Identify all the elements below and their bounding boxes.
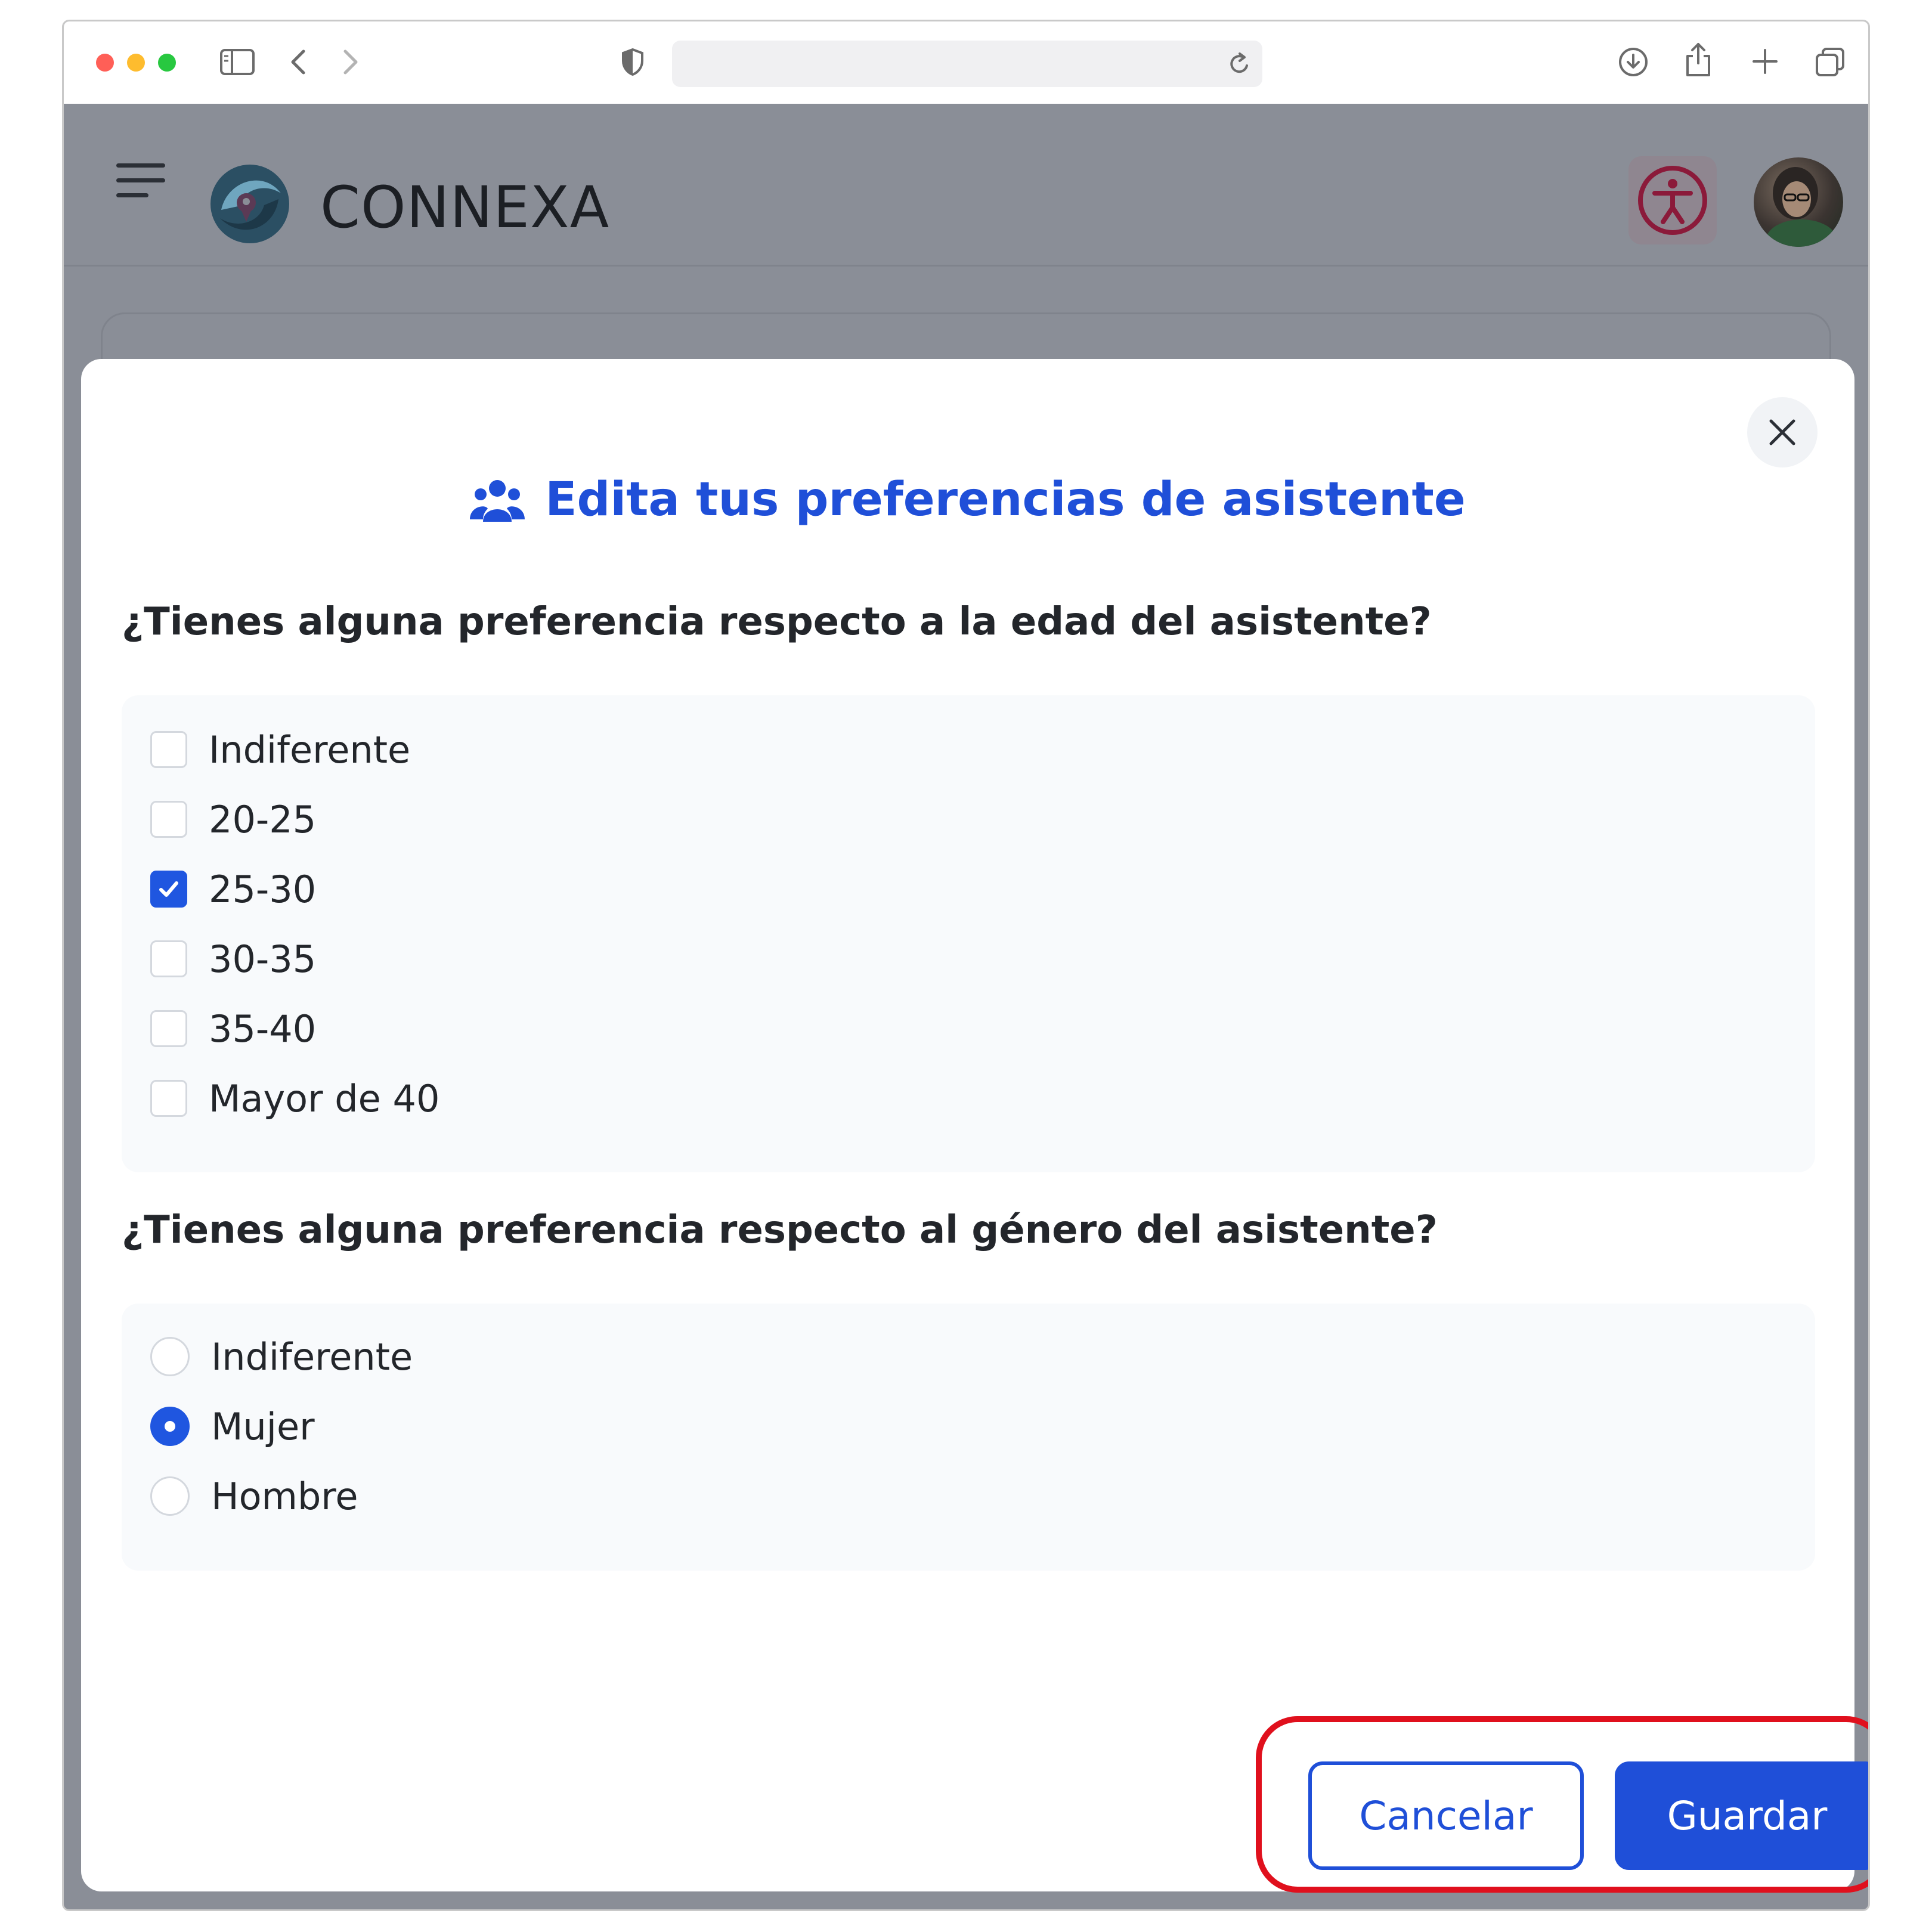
close-button[interactable]	[1747, 397, 1818, 467]
option-label: Mayor de 40	[209, 1076, 440, 1120]
browser-toolbar	[64, 21, 1868, 105]
checkbox[interactable]	[150, 1010, 187, 1047]
browser-window: CONNEXA Edita tus preferencias de asiste…	[62, 20, 1870, 1911]
gender-options: Indiferente Mujer Hombre	[122, 1304, 1815, 1571]
option-label: 20-25	[209, 797, 317, 841]
radio[interactable]	[150, 1476, 190, 1516]
shield-icon[interactable]	[621, 48, 645, 79]
gender-option-mujer[interactable]: Mujer	[150, 1404, 315, 1448]
maximize-window-button[interactable]	[158, 54, 176, 72]
sidebar-toggle-icon[interactable]	[220, 49, 255, 78]
radio-selected[interactable]	[150, 1407, 190, 1446]
option-label: Indiferente	[211, 1335, 413, 1379]
download-icon[interactable]	[1618, 47, 1649, 80]
forward-icon[interactable]	[342, 49, 360, 78]
gender-option-indiferente[interactable]: Indiferente	[150, 1335, 413, 1379]
brand-name: CONNEXA	[320, 174, 610, 241]
checkbox[interactable]	[150, 731, 187, 768]
checkbox[interactable]	[150, 940, 187, 977]
tabs-overview-icon[interactable]	[1815, 47, 1846, 80]
reload-icon[interactable]	[1228, 51, 1252, 79]
cancel-button[interactable]: Cancelar	[1308, 1761, 1584, 1870]
gender-option-hombre[interactable]: Hombre	[150, 1474, 358, 1518]
minimize-window-button[interactable]	[127, 54, 145, 72]
age-option-25-30[interactable]: 25-30	[150, 867, 317, 911]
share-icon[interactable]	[1685, 42, 1712, 80]
option-label: 30-35	[209, 937, 317, 981]
radio[interactable]	[150, 1337, 190, 1376]
age-option-indiferente[interactable]: Indiferente	[150, 727, 411, 772]
accessibility-button[interactable]	[1628, 156, 1717, 244]
checkbox-checked[interactable]	[150, 871, 187, 908]
menu-icon[interactable]	[116, 163, 165, 208]
checkmark-icon	[159, 881, 178, 897]
close-icon	[1769, 419, 1795, 445]
age-options: Indiferente 20-25 25-30 30-35 35-40 Mayo…	[122, 695, 1815, 1172]
app-header: CONNEXA	[64, 104, 1868, 267]
user-avatar[interactable]	[1754, 157, 1843, 247]
option-label: Hombre	[211, 1474, 358, 1518]
modal-title: Edita tus preferencias de asistente	[81, 470, 1854, 530]
age-option-mayor-de-40[interactable]: Mayor de 40	[150, 1076, 440, 1120]
option-label: 35-40	[209, 1007, 317, 1051]
back-icon[interactable]	[289, 49, 307, 78]
connexa-logo-icon	[209, 163, 290, 244]
age-question: ¿Tienes alguna preferencia respecto a la…	[122, 600, 1432, 644]
accessibility-icon	[1638, 166, 1707, 235]
option-label: Mujer	[211, 1404, 315, 1448]
checkbox[interactable]	[150, 1080, 187, 1117]
address-bar[interactable]	[672, 41, 1262, 87]
age-option-35-40[interactable]: 35-40	[150, 1007, 317, 1051]
close-window-button[interactable]	[96, 54, 114, 72]
preferences-modal: Edita tus preferencias de asistente ¿Tie…	[81, 359, 1868, 1893]
gender-question: ¿Tienes alguna preferencia respecto al g…	[122, 1208, 1438, 1252]
option-label: Indiferente	[209, 727, 411, 772]
save-button[interactable]: Guardar	[1615, 1761, 1868, 1870]
users-group-icon	[470, 480, 525, 522]
modal-title-text: Edita tus preferencias de asistente	[545, 473, 1466, 527]
option-label: 25-30	[209, 867, 317, 911]
age-option-20-25[interactable]: 20-25	[150, 797, 317, 841]
checkbox[interactable]	[150, 801, 187, 838]
new-tab-icon[interactable]	[1751, 48, 1779, 78]
age-option-30-35[interactable]: 30-35	[150, 937, 317, 981]
